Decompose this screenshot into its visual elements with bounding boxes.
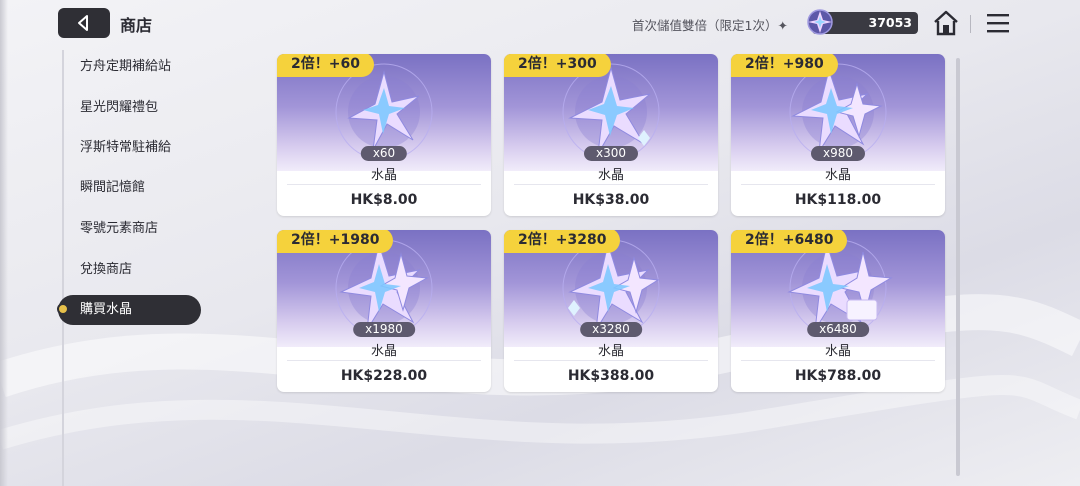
card-divider	[741, 184, 935, 185]
item-name: 水晶	[597, 168, 624, 183]
bonus-badge: 2倍！+60	[277, 54, 374, 77]
price-button[interactable]: HK$8.00	[277, 192, 491, 208]
card-divider	[287, 184, 481, 185]
item-name: 水晶	[370, 168, 397, 183]
item-name: 水晶	[824, 344, 851, 359]
sidebar-item-starlight-pack[interactable]: 星光閃耀禮包	[80, 93, 220, 123]
item-name: 水晶	[370, 344, 397, 359]
quantity-label: x6480	[807, 322, 869, 337]
crystal-balance: 37053	[868, 15, 913, 30]
quantity-label: x980	[810, 146, 866, 161]
card-divider	[741, 360, 935, 361]
sidebar-item-buy-crystals[interactable]: 購買水晶	[58, 295, 201, 325]
product-card[interactable]: 2倍！+60 x60 水晶 HK$8.00	[277, 54, 491, 216]
card-divider	[287, 360, 481, 361]
quantity-label: x1980	[353, 322, 415, 337]
sidebar-item-faust-supply[interactable]: 浮斯特常駐補給	[80, 133, 220, 163]
quantity-label: x300	[583, 146, 639, 161]
first-topup-promo: 首次儲值雙倍（限定1次）✦	[632, 18, 788, 33]
active-indicator-dot	[57, 303, 69, 315]
scrollbar[interactable]	[956, 58, 960, 476]
page-title: 商店	[120, 16, 153, 35]
crystal-icon	[807, 9, 833, 35]
bonus-badge: 2倍！+1980	[277, 230, 394, 253]
bonus-badge: 2倍！+980	[731, 54, 838, 77]
product-card[interactable]: 2倍！+6480 x6480 水晶 HK$788.00	[731, 230, 945, 392]
bonus-badge: 2倍！+6480	[731, 230, 848, 253]
home-icon[interactable]	[932, 10, 960, 36]
menu-icon[interactable]	[986, 12, 1010, 34]
product-card[interactable]: 2倍！+300 x300 水晶 HK$38.00	[504, 54, 718, 216]
item-name: 水晶	[597, 344, 624, 359]
card-divider	[514, 184, 708, 185]
product-card[interactable]: 2倍！+3280 x3280 水晶 HK$388.00	[504, 230, 718, 392]
price-button[interactable]: HK$38.00	[504, 192, 718, 208]
quantity-label: x60	[360, 146, 408, 161]
product-card[interactable]: 2倍！+980 x980 水晶 HK$118.00	[731, 54, 945, 216]
sidebar-rail	[62, 50, 64, 486]
sidebar-item-exchange-shop[interactable]: 兌換商店	[80, 255, 220, 285]
header-divider	[970, 15, 971, 33]
bonus-badge: 2倍！+3280	[504, 230, 621, 253]
sidebar-item-element-shop[interactable]: 零號元素商店	[80, 214, 220, 244]
sidebar-item-ark-supply[interactable]: 方舟定期補給站	[80, 52, 220, 82]
back-arrow-icon	[78, 15, 88, 31]
bonus-badge: 2倍！+300	[504, 54, 611, 77]
quantity-label: x3280	[580, 322, 642, 337]
back-button[interactable]	[58, 8, 110, 38]
price-button[interactable]: HK$788.00	[731, 368, 945, 384]
product-card[interactable]: 2倍！+1980 x1980 水晶 HK$228.00	[277, 230, 491, 392]
price-button[interactable]: HK$118.00	[731, 192, 945, 208]
card-divider	[514, 360, 708, 361]
price-button[interactable]: HK$228.00	[277, 368, 491, 384]
sidebar-item-memory-hall[interactable]: 瞬間記憶館	[80, 173, 220, 203]
price-button[interactable]: HK$388.00	[504, 368, 718, 384]
item-name: 水晶	[824, 168, 851, 183]
screen-edge	[0, 0, 8, 486]
